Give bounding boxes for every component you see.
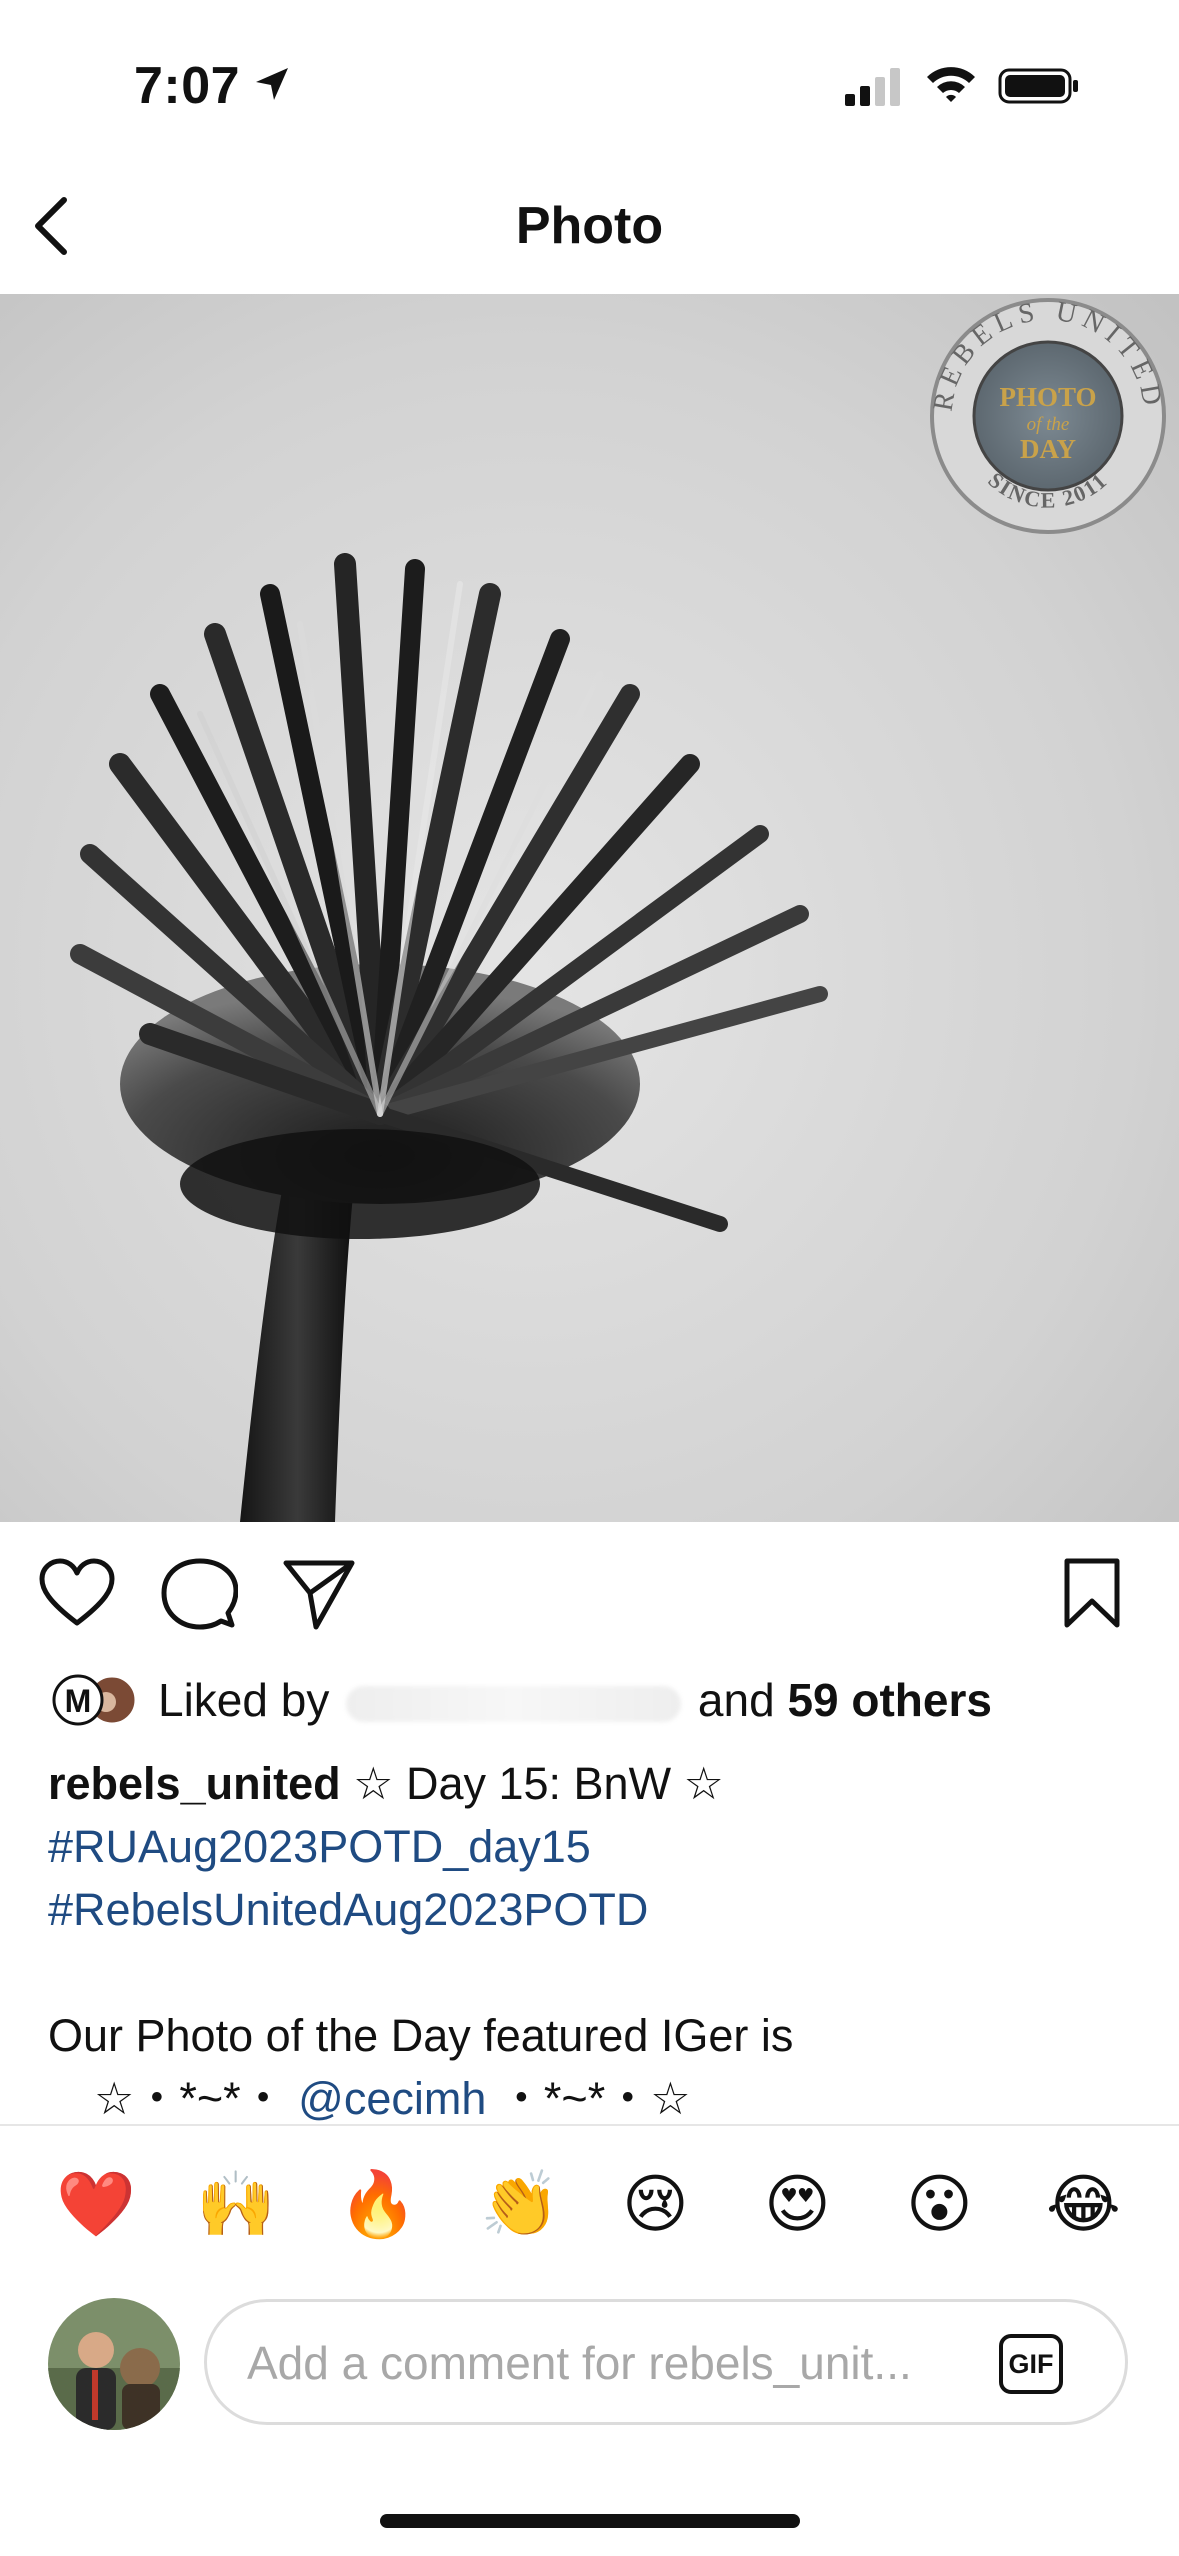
divider: [0, 2124, 1179, 2126]
reaction-fire-button[interactable]: 🔥: [338, 2168, 418, 2240]
mention-link[interactable]: @cecimh: [298, 2073, 486, 2124]
badge-line3: DAY: [1020, 434, 1076, 464]
reaction-raised-hands-button[interactable]: 🙌: [196, 2168, 276, 2240]
heart-icon: [39, 1558, 115, 1626]
liked-by-conjunction: and: [697, 1674, 775, 1726]
svg-text:M: M: [65, 1683, 92, 1719]
share-button[interactable]: [280, 1555, 358, 1633]
status-time: 7:07: [134, 57, 241, 115]
post-photo[interactable]: REBELS UNITED SINCE 2011 PHOTO of the DA…: [0, 294, 1179, 1522]
caption-username[interactable]: rebels_united: [48, 1758, 341, 1809]
reaction-clap-button[interactable]: 👏: [480, 2168, 560, 2240]
flower-photo-image: REBELS UNITED SINCE 2011 PHOTO of the DA…: [0, 294, 1179, 1522]
reaction-surprised-button[interactable]: 😮: [906, 2168, 973, 2240]
page-title: Photo: [515, 197, 664, 255]
caption-deco-right: ・*~*・☆: [498, 2073, 691, 2124]
caption-title: ☆ Day 15: BnW ☆: [353, 1758, 724, 1809]
comment-input[interactable]: [245, 2330, 969, 2396]
gif-button[interactable]: GIF: [999, 2334, 1063, 2394]
reaction-sad-button[interactable]: 😢: [622, 2168, 689, 2240]
liked-by-text[interactable]: Liked by and 59 others: [158, 1673, 992, 1727]
location-arrow-icon: [256, 68, 288, 100]
comment-button[interactable]: [160, 1555, 238, 1633]
home-indicator[interactable]: [380, 2514, 800, 2528]
caption-line: Our Photo of the Day featured IGer is: [48, 2010, 794, 2061]
reaction-laugh-button[interactable]: 😂: [1046, 2168, 1121, 2240]
comment-field[interactable]: GIF: [204, 2299, 1128, 2425]
save-button[interactable]: [1055, 1555, 1129, 1629]
likes-others-count[interactable]: 59 others: [787, 1674, 992, 1726]
cellular-signal-icon: [845, 68, 900, 106]
liked-by-prefix: Liked by: [158, 1674, 330, 1726]
comment-bubble-icon: [161, 1558, 238, 1630]
bookmark-icon: [1064, 1558, 1120, 1628]
badge-line1: PHOTO: [999, 382, 1096, 412]
hashtag-day15[interactable]: #RUAug2023POTD_day15: [48, 1821, 591, 1872]
post-caption: rebels_united ☆ Day 15: BnW ☆ #RUAug2023…: [48, 1752, 1138, 2130]
battery-icon: [998, 68, 1078, 104]
reaction-heart-eyes-button[interactable]: 😍: [764, 2168, 831, 2240]
liked-by-avatars[interactable]: M: [50, 1672, 145, 1728]
like-button[interactable]: [38, 1555, 116, 1633]
reaction-heart-button[interactable]: ❤️: [56, 2168, 136, 2240]
badge-line2: of the: [1027, 414, 1070, 435]
wifi-icon: [927, 67, 975, 102]
paper-plane-icon: [283, 1560, 355, 1630]
caption-deco-left: ☆・*~*・: [94, 2073, 286, 2124]
hashtag-rebels-united[interactable]: #RebelsUnitedAug2023POTD: [48, 1884, 648, 1935]
avatar[interactable]: [48, 2298, 180, 2430]
liked-by-username-obscured[interactable]: [346, 1685, 682, 1722]
